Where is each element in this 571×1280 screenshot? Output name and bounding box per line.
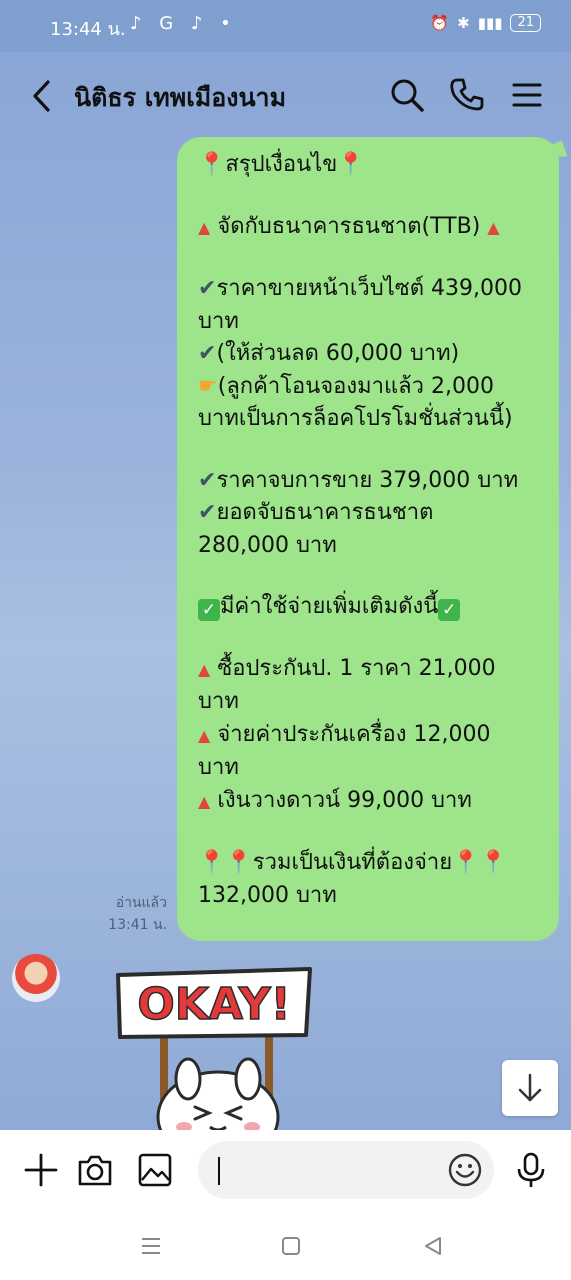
home-icon[interactable] [278, 1233, 304, 1259]
okay-sticker[interactable]: OKAY! [110, 967, 320, 1130]
pin-icon: 📍 [337, 152, 365, 177]
sticker-text: OKAY! [137, 979, 290, 1030]
message-text: ยอดจับธนาคารธนชาต [216, 500, 434, 525]
menu-icon[interactable] [508, 76, 546, 114]
message-text: จ่ายค่าประกันเครื่อง 12,000 [217, 721, 491, 747]
emoji-icon[interactable] [447, 1152, 483, 1188]
message-line: 📍สรุปเงื่อนไข📍 [198, 149, 541, 182]
system-nav-bar [0, 1212, 571, 1280]
message-line: ✔(ให้ส่วนลด 60,000 บาท) [198, 338, 541, 371]
status-bar: 13:44 น. ♪ G ♪ • ⏰ ✱ ▮▮▮ 21 [0, 0, 571, 52]
camera-icon[interactable] [75, 1150, 115, 1190]
check-mark-icon: ✔ [198, 276, 217, 301]
back-arrow-icon[interactable] [28, 76, 56, 116]
microphone-icon[interactable] [511, 1150, 551, 1190]
message-line: ▲ จ่ายค่าประกันเครื่อง 12,000 [198, 719, 541, 753]
message-line: บาท [198, 308, 239, 334]
message-text: ราคาจบการขาย 379,000 บาท [216, 467, 519, 493]
arrow-down-icon [518, 1073, 542, 1102]
bluetooth-icon: ✱ [457, 14, 470, 32]
message-text: (ให้ส่วนลด 60,000 บาท) [216, 341, 460, 366]
chat-header: นิติธร เทพเมืองนาม [0, 52, 571, 140]
avatar[interactable] [12, 954, 60, 1002]
message-line: 📍📍รวมเป็นเงินที่ต้องจ่าย📍📍 [198, 847, 541, 880]
phone-icon[interactable] [448, 76, 486, 114]
red-triangle-icon: ▲ [198, 725, 211, 745]
message-line: บาทเป็นการล็อคโปรโมชั่นส่วนนี้) [198, 406, 513, 431]
pointing-hand-icon: ☛ [198, 373, 218, 399]
message-text: ซื้อประกันป. 1 ราคา 21,000 [217, 655, 496, 681]
contact-name[interactable]: นิติธร เทพเมืองนาม [74, 78, 286, 118]
pin-icon: 📍📍 [198, 850, 253, 875]
red-triangle-icon: ▲ [198, 659, 211, 679]
message-time: 13:41 น. [108, 917, 167, 933]
image-icon[interactable] [135, 1150, 175, 1190]
message-line: ✔ราคาขายหน้าเว็บไซต์ 439,000 [198, 273, 541, 306]
message-line: บาท [198, 689, 239, 714]
message-line: ✓ มีค่าใช้จ่ายเพิ่มเติมดังนี้ ✓ [198, 591, 541, 624]
text-cursor [218, 1157, 220, 1185]
back-icon[interactable] [420, 1233, 446, 1259]
green-check-box-icon: ✓ [438, 599, 461, 621]
system-indicators: ⏰ ✱ ▮▮▮ 21 [430, 14, 541, 32]
message-text: สรุปเงื่อนไข [225, 152, 338, 177]
check-mark-icon: ✔ [198, 500, 217, 525]
red-triangle-icon: ▲ [198, 791, 211, 811]
message-line: ✔ราคาจบการขาย 379,000 บาท [198, 465, 541, 498]
message-text: ราคาขายหน้าเว็บไซต์ 439,000 [216, 276, 522, 301]
message-text: (ลูกค้าโอนจองมาแล้ว 2,000 [217, 373, 494, 399]
message-text: จัดกับธนาคารธนชาต(TTB) [217, 213, 481, 239]
plus-icon[interactable] [21, 1150, 61, 1190]
read-receipt: อ่านแล้ว 13:41 น. [108, 892, 167, 936]
status-time: 13:44 น. [50, 19, 126, 40]
message-line: ▲ ซื้อประกันป. 1 ราคา 21,000 [198, 653, 541, 687]
message-line: 280,000 บาท [198, 532, 337, 558]
message-line: ✔ยอดจับธนาคารธนชาต [198, 497, 541, 530]
message-line: ▲ จัดกับธนาคารธนชาต(TTB) ▲ [198, 211, 541, 245]
message-line: บาท [198, 755, 239, 780]
red-triangle-icon: ▲ [487, 217, 500, 237]
message-line: ☛(ลูกค้าโอนจองมาแล้ว 2,000 [198, 371, 541, 404]
read-label: อ่านแล้ว [115, 895, 167, 911]
message-text: เงินวางดาวน์ 99,000 บาท [217, 787, 472, 813]
check-mark-icon: ✔ [198, 467, 217, 493]
check-mark-icon: ✔ [198, 341, 217, 366]
red-triangle-icon: ▲ [198, 217, 211, 237]
message-line: ▲ เงินวางดาวน์ 99,000 บาท [198, 785, 541, 819]
message-line: 132,000 บาท [198, 882, 337, 908]
message-text: มีค่าใช้จ่ายเพิ่มเติมดังนี้ [220, 594, 439, 619]
message-bubble[interactable]: 📍สรุปเงื่อนไข📍 ▲ จัดกับธนาคารธนชาต(TTB) … [177, 137, 559, 941]
green-check-box-icon: ✓ [198, 599, 220, 621]
battery-icon: 21 [510, 14, 541, 32]
pin-icon: 📍 [198, 152, 226, 177]
recent-apps-icon[interactable] [138, 1233, 164, 1259]
scroll-down-button[interactable] [502, 1060, 558, 1116]
search-icon[interactable] [388, 76, 426, 114]
chat-area[interactable]: นิติธร เทพเมืองนาม 📍สรุปเงื่อนไข📍 ▲ จัดก… [0, 52, 571, 1130]
signal-icon: ▮▮▮ [477, 14, 503, 32]
notification-icons: ♪ G ♪ • [130, 13, 237, 34]
pin-icon: 📍📍 [452, 850, 507, 875]
message-text: รวมเป็นเงินที่ต้องจ่าย [252, 850, 453, 875]
message-input-bar [0, 1130, 571, 1212]
alarm-icon: ⏰ [430, 14, 450, 32]
